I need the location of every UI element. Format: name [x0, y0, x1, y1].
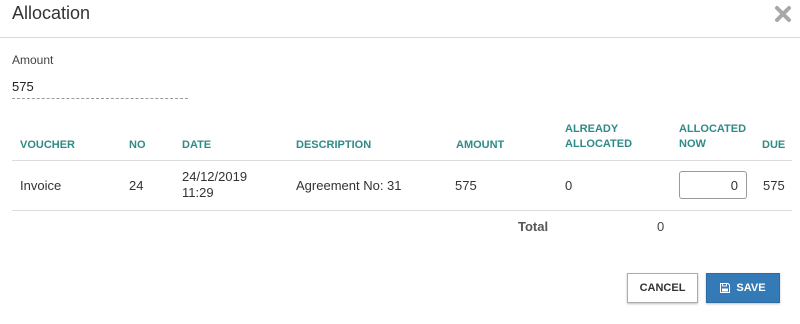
total-label: Total [518, 219, 549, 234]
cell-date-day: 24/12/2019 [182, 169, 248, 184]
amount-input[interactable] [12, 74, 188, 99]
cancel-button[interactable]: CANCEL [627, 273, 698, 303]
header-already-allocated-line2: ALLOCATED [565, 138, 633, 150]
cell-description: Agreement No: 31 [296, 178, 402, 193]
header-amount: AMOUNT [456, 139, 505, 151]
header-allocated-now-line2: NOW [679, 138, 706, 150]
header-already-allocated: ALREADY ALLOCATED [565, 122, 632, 152]
cell-date-time: 11:29 [182, 185, 214, 200]
cell-amount: 575 [455, 178, 477, 193]
cell-due: 575 [763, 178, 785, 193]
cell-date: 24/12/2019 11:29 [182, 169, 247, 201]
save-button[interactable]: SAVE [706, 273, 780, 303]
header-already-allocated-line1: ALREADY [565, 123, 619, 135]
dialog-title: Allocation [12, 3, 91, 23]
dialog-header: Allocation [0, 0, 800, 38]
allocation-table: VOUCHER NO DATE DESCRIPTION AMOUNT ALREA… [12, 112, 792, 211]
floppy-disk-icon [720, 283, 731, 293]
close-icon[interactable] [774, 5, 792, 23]
header-date: DATE [182, 139, 212, 151]
allocated-now-input[interactable] [679, 171, 747, 199]
save-button-label: SAVE [736, 282, 766, 294]
table-header: VOUCHER NO DATE DESCRIPTION AMOUNT ALREA… [12, 112, 792, 161]
cancel-button-label: CANCEL [639, 282, 686, 294]
header-description: DESCRIPTION [296, 139, 372, 151]
cell-already-allocated: 0 [565, 178, 573, 193]
header-allocated-now-line1: ALLOCATED [679, 123, 747, 135]
header-due: DUE [762, 139, 786, 151]
total-value: 0 [657, 219, 665, 234]
header-no: NO [129, 139, 146, 151]
header-allocated-now: ALLOCATED NOW [679, 122, 746, 152]
amount-label: Amount [12, 53, 54, 67]
header-voucher: VOUCHER [20, 139, 76, 151]
table-row: Invoice 24 24/12/2019 11:29 Agreement No… [12, 161, 792, 211]
cell-no: 24 [129, 178, 144, 193]
cell-voucher: Invoice [20, 178, 62, 193]
